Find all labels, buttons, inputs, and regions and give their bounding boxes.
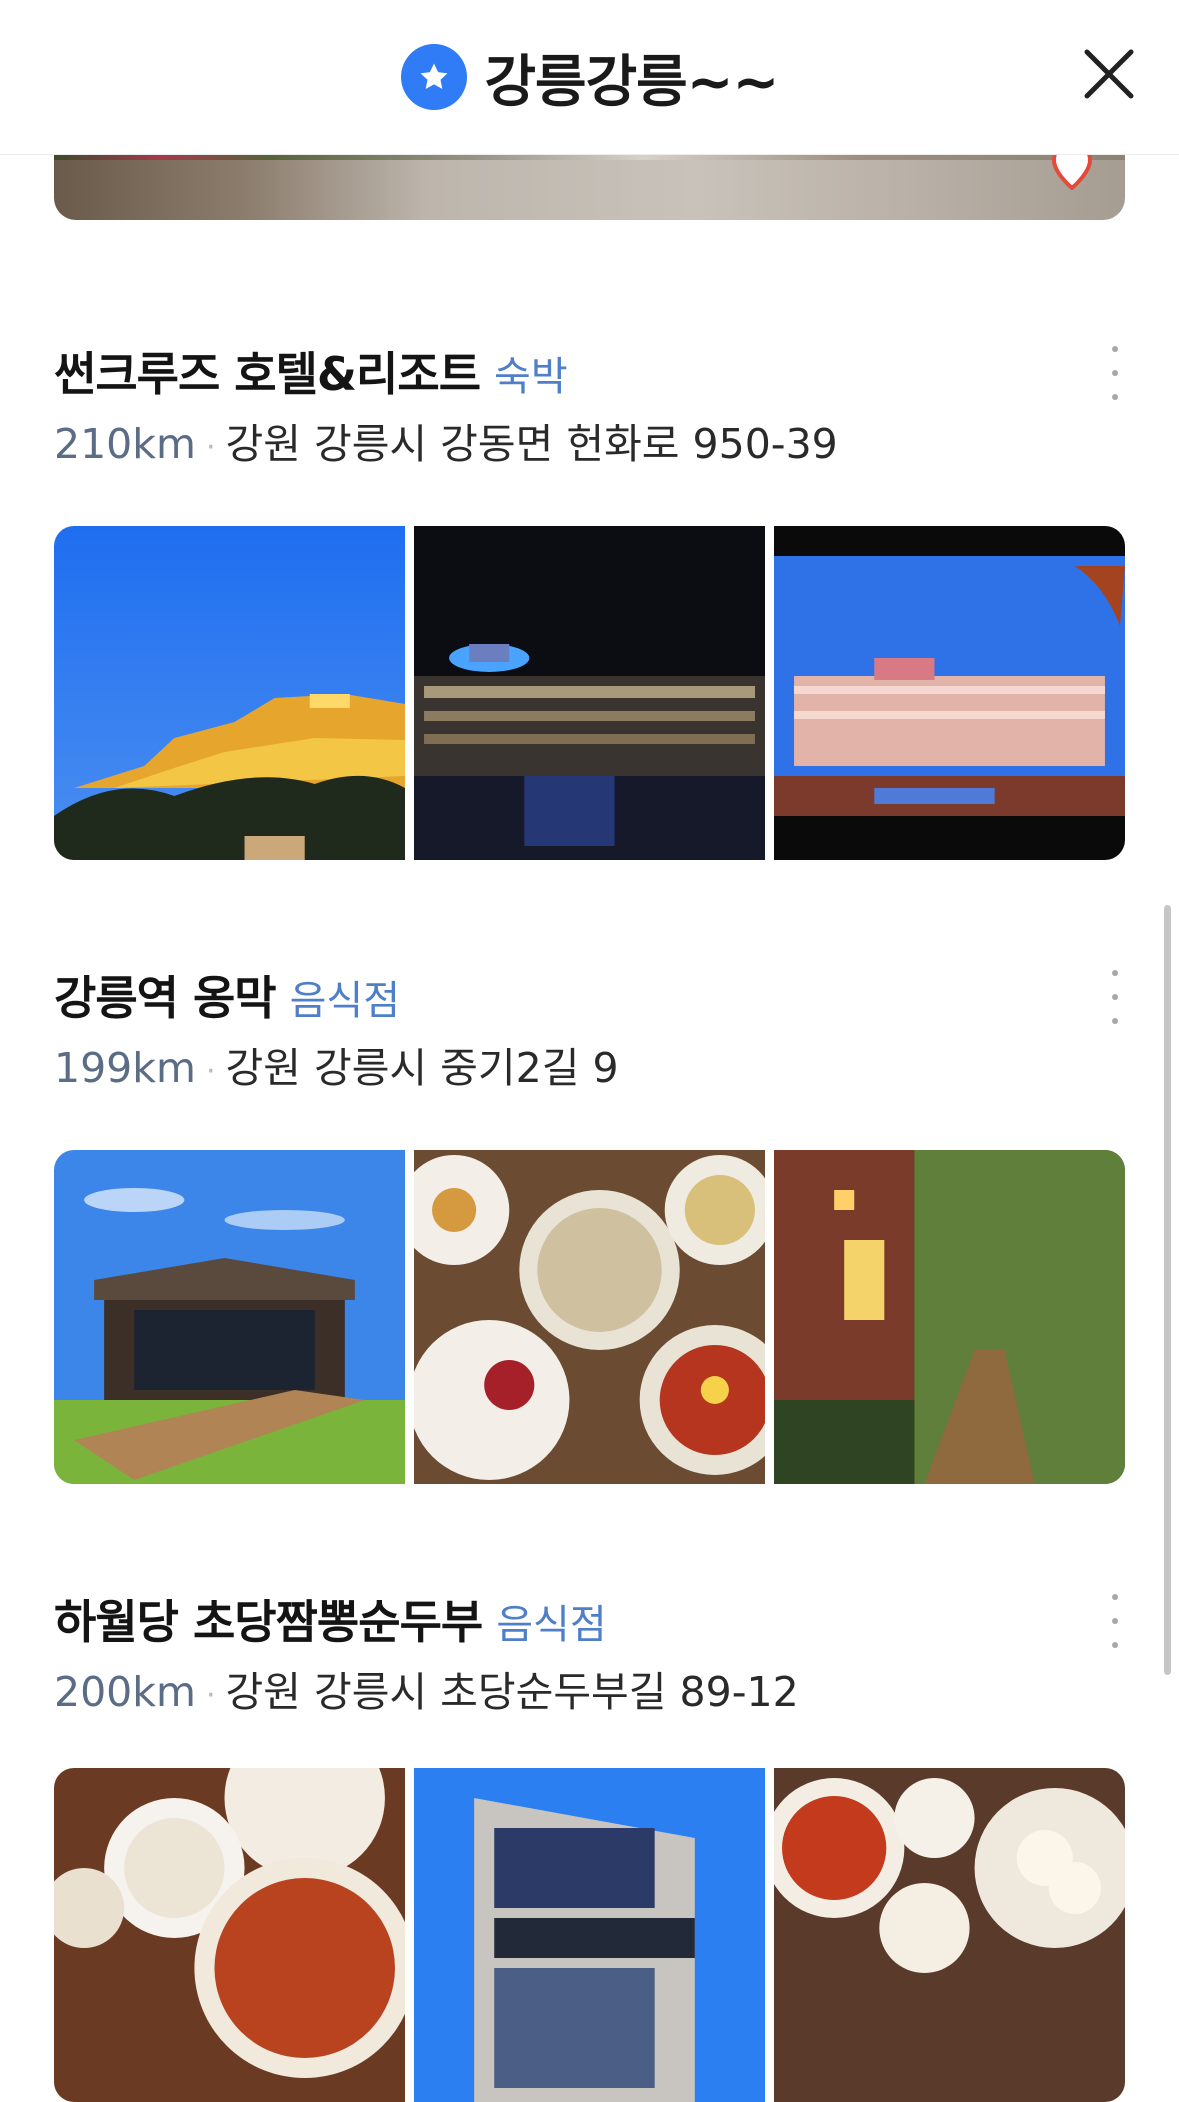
place-info: 199km · 강원 강릉시 중기2길 9 [54,1034,1125,1094]
place-header: 하월당 초당짬뽕순두부 음식점 [54,1586,1125,1656]
place-info: 200km · 강원 강릉시 초당순두부길 89-12 [54,1658,1125,1718]
more-options-button[interactable] [1105,346,1125,400]
place-photo[interactable] [414,1768,765,2102]
distance: 210km [54,420,196,468]
photo-strip [54,526,1125,860]
star-icon [400,44,467,110]
place-category: 음식점 [496,1602,607,1648]
close-button[interactable] [1079,44,1139,104]
separator-dot: · [205,1053,216,1089]
place-card[interactable]: 강릉역 옹막 음식점 199km · 강원 강릉시 중기2길 9 [54,962,1125,1484]
close-icon [1084,49,1134,99]
place-category: 숙박 [494,354,568,400]
place-photo[interactable] [414,526,765,860]
place-name[interactable]: 썬크루즈 호텔&리조트 [54,347,481,401]
place-photo[interactable] [414,1150,765,1484]
page-title: 강릉강릉~~ [484,49,780,115]
distance: 200km [54,1668,196,1716]
place-header: 썬크루즈 호텔&리조트 숙박 [54,338,1125,408]
place-photo[interactable] [54,1150,405,1484]
place-photo[interactable] [774,526,1125,860]
place-header: 강릉역 옹막 음식점 [54,962,1125,1032]
place-category: 음식점 [289,978,401,1024]
more-options-button[interactable] [1105,970,1125,1024]
address: 강원 강릉시 중기2길 9 [225,1044,619,1092]
place-info: 210km · 강원 강릉시 강동면 헌화로 950-39 [54,410,1125,470]
separator-dot: · [205,429,216,465]
place-photo[interactable] [774,1768,1125,2102]
place-photo[interactable] [54,526,405,860]
distance: 199km [54,1044,196,1092]
separator-dot: · [205,1677,216,1713]
place-photo[interactable] [54,1768,405,2102]
place-name[interactable]: 강릉역 옹막 [54,971,277,1025]
place-name[interactable]: 하월당 초당짬뽕순두부 [54,1595,483,1649]
place-card[interactable]: 하월당 초당짬뽕순두부 음식점 200km · 강원 강릉시 초당순두부길 89-12 [54,1586,1125,2102]
title-group: 강릉강릉~~ [0,0,1179,154]
address: 강원 강릉시 강동면 헌화로 950-39 [225,420,838,468]
photo-strip [54,1150,1125,1484]
top-bar: 강릉강릉~~ [0,0,1179,155]
scrollbar[interactable] [1164,905,1171,1675]
place-card[interactable]: 썬크루즈 호텔&리조트 숙박 210km · 강원 강릉시 강동면 헌화로 950-3… [54,338,1125,860]
place-photo[interactable] [774,1150,1125,1484]
more-options-button[interactable] [1105,1594,1125,1648]
photo-strip [54,1768,1125,2102]
address: 강원 강릉시 초당순두부길 89-12 [225,1668,799,1716]
